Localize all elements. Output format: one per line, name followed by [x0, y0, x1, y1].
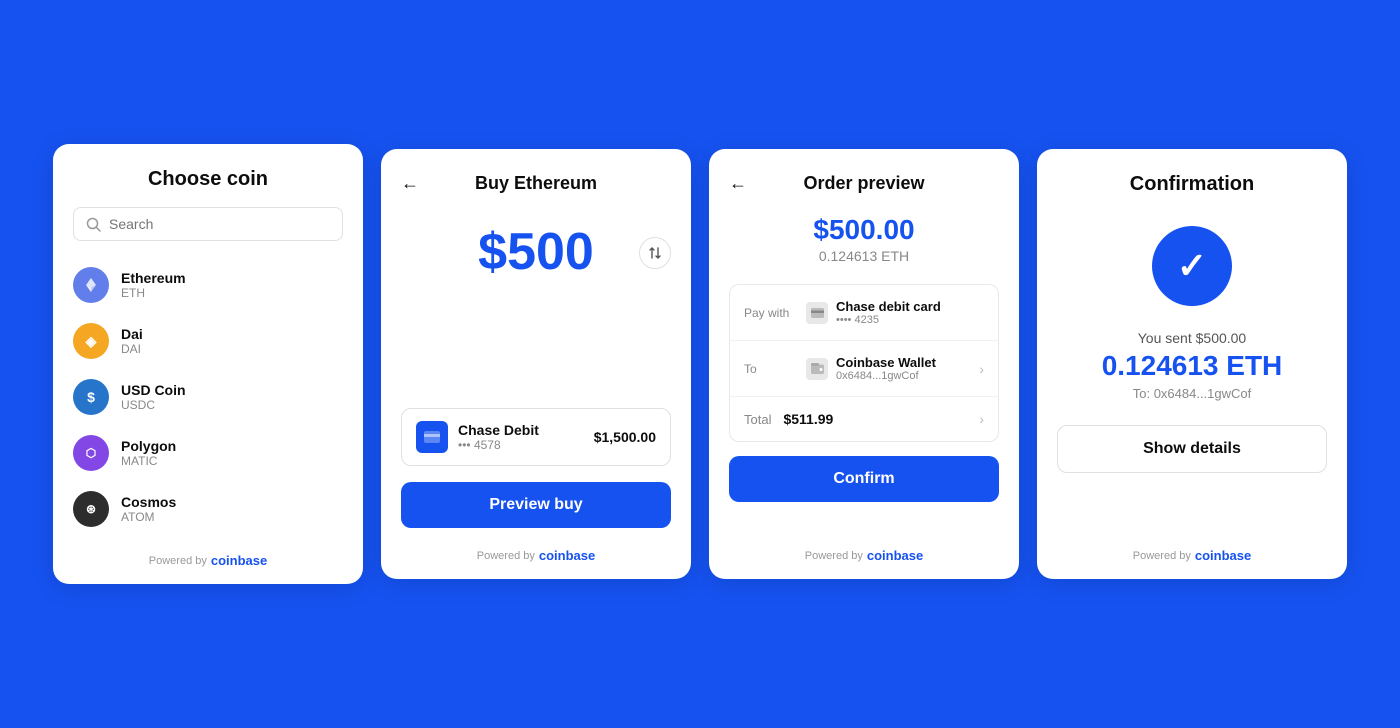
payment-amount: $1,500.00	[594, 429, 656, 445]
panel3-header: ← Order preview	[729, 173, 999, 194]
order-amount: $500.00 0.124613 ETH	[729, 214, 999, 264]
payment-name: Chase Debit	[458, 422, 539, 438]
eth-info: Ethereum ETH	[121, 270, 186, 300]
total-amount: $511.99	[783, 411, 833, 427]
atom-icon: ⊛	[73, 491, 109, 527]
dai-name: Dai	[121, 326, 143, 342]
dai-ticker: DAI	[121, 342, 143, 356]
atom-info: Cosmos ATOM	[121, 494, 176, 524]
to-row[interactable]: To Coinbase Wallet 0x6484...1gwCof	[730, 341, 998, 397]
dai-icon: ◈	[73, 323, 109, 359]
to-chevron-icon: ›	[979, 361, 984, 377]
order-usd: $500.00	[729, 214, 999, 246]
order-preview-panel: ← Order preview $500.00 0.124613 ETH Pay…	[709, 149, 1019, 579]
eth-ticker: ETH	[121, 286, 186, 300]
total-label: Total	[744, 412, 771, 427]
panel3-footer: Powered by coinbase	[729, 532, 999, 563]
panel3-back-button[interactable]: ←	[729, 173, 747, 194]
coin-item-matic[interactable]: ⬡ Polygon MATIC	[73, 425, 343, 481]
matic-name: Polygon	[121, 438, 176, 454]
order-eth: 0.124613 ETH	[729, 248, 999, 264]
payment-info: Chase Debit ••• 4578	[458, 422, 539, 452]
to-info: Coinbase Wallet 0x6484...1gwCof	[836, 355, 936, 382]
pay-with-row[interactable]: Pay with Chase debit card •••• 4235	[730, 285, 998, 341]
pay-with-label: Pay with	[744, 306, 794, 320]
success-check-circle: ✓	[1152, 226, 1232, 306]
panels-container: Choose coin Ethereum ETH	[53, 144, 1347, 584]
usdc-info: USD Coin USDC	[121, 382, 186, 412]
panel2-powered-text: Powered by	[477, 550, 535, 562]
payment-method[interactable]: Chase Debit ••• 4578 $1,500.00	[401, 408, 671, 466]
panel2-back-button[interactable]: ←	[401, 173, 419, 194]
confirmation-panel: Confirmation ✓ You sent $500.00 0.124613…	[1037, 149, 1347, 579]
confirmation-title: Confirmation	[1057, 173, 1327, 196]
atom-ticker: ATOM	[121, 510, 176, 524]
pay-with-info: Chase debit card •••• 4235	[836, 299, 941, 326]
payment-card: ••• 4578	[458, 438, 539, 452]
to-address: 0x6484...1gwCof	[836, 370, 936, 382]
panel3-coinbase-logo: coinbase	[867, 548, 923, 563]
panel4-coinbase-logo: coinbase	[1195, 548, 1251, 563]
panel3-title: Order preview	[803, 173, 924, 194]
panel4-powered-text: Powered by	[1133, 550, 1191, 562]
eth-name: Ethereum	[121, 270, 186, 286]
pay-with-card-icon	[806, 302, 828, 324]
payment-left: Chase Debit ••• 4578	[416, 421, 539, 453]
to-value: Coinbase Wallet 0x6484...1gwCof	[806, 355, 967, 382]
usdc-icon: $	[73, 379, 109, 415]
search-input[interactable]	[109, 216, 330, 232]
usdc-ticker: USDC	[121, 398, 186, 412]
panel2-coinbase-logo: coinbase	[539, 548, 595, 563]
search-box[interactable]	[73, 207, 343, 241]
matic-info: Polygon MATIC	[121, 438, 176, 468]
preview-buy-button[interactable]: Preview buy	[401, 482, 671, 528]
order-details: Pay with Chase debit card •••• 4235	[729, 284, 999, 442]
panel4-footer: Powered by coinbase	[1057, 532, 1327, 563]
to-label: To	[744, 362, 794, 376]
panel1-footer: Powered by coinbase	[73, 537, 343, 568]
coin-item-atom[interactable]: ⊛ Cosmos ATOM	[73, 481, 343, 537]
coin-item-eth[interactable]: Ethereum ETH	[73, 257, 343, 313]
total-chevron-icon: ›	[979, 411, 984, 427]
pay-with-card: •••• 4235	[836, 314, 941, 326]
panel1-powered-text: Powered by	[149, 555, 207, 567]
panel2-header: ← Buy Ethereum	[401, 173, 671, 194]
usdc-name: USD Coin	[121, 382, 186, 398]
choose-coin-title: Choose coin	[73, 168, 343, 191]
coin-item-usdc[interactable]: $ USD Coin USDC	[73, 369, 343, 425]
big-amount: $500	[401, 224, 671, 281]
dai-info: Dai DAI	[121, 326, 143, 356]
amount-display: $500	[401, 224, 671, 281]
panel3-powered-text: Powered by	[805, 550, 863, 562]
panel2-title: Buy Ethereum	[475, 173, 597, 194]
total-row[interactable]: Total $511.99 ›	[730, 397, 998, 441]
check-mark-icon: ✓	[1177, 248, 1207, 284]
panel1-coinbase-logo: coinbase	[211, 553, 267, 568]
panel2-footer: Powered by coinbase	[401, 532, 671, 563]
swap-icon[interactable]	[639, 237, 671, 269]
matic-ticker: MATIC	[121, 454, 176, 468]
to-wallet: Coinbase Wallet	[836, 355, 936, 370]
choose-coin-panel: Choose coin Ethereum ETH	[53, 144, 363, 584]
search-icon	[86, 217, 101, 232]
confirm-to-address: To: 0x6484...1gwCof	[1057, 386, 1327, 401]
pay-with-value: Chase debit card •••• 4235	[806, 299, 984, 326]
coin-item-dai[interactable]: ◈ Dai DAI	[73, 313, 343, 369]
confirm-button[interactable]: Confirm	[729, 456, 999, 502]
pay-with-name: Chase debit card	[836, 299, 941, 314]
matic-icon: ⬡	[73, 435, 109, 471]
show-details-button[interactable]: Show details	[1057, 425, 1327, 473]
payment-card-icon	[416, 421, 448, 453]
coin-list: Ethereum ETH ◈ Dai DAI $ USD Coin	[73, 257, 343, 537]
buy-ethereum-panel: ← Buy Ethereum $500	[381, 149, 691, 579]
confirm-sent-text: You sent $500.00	[1057, 330, 1327, 346]
atom-name: Cosmos	[121, 494, 176, 510]
eth-icon	[73, 267, 109, 303]
wallet-icon	[806, 358, 828, 380]
confirm-eth-amount: 0.124613 ETH	[1057, 350, 1327, 382]
